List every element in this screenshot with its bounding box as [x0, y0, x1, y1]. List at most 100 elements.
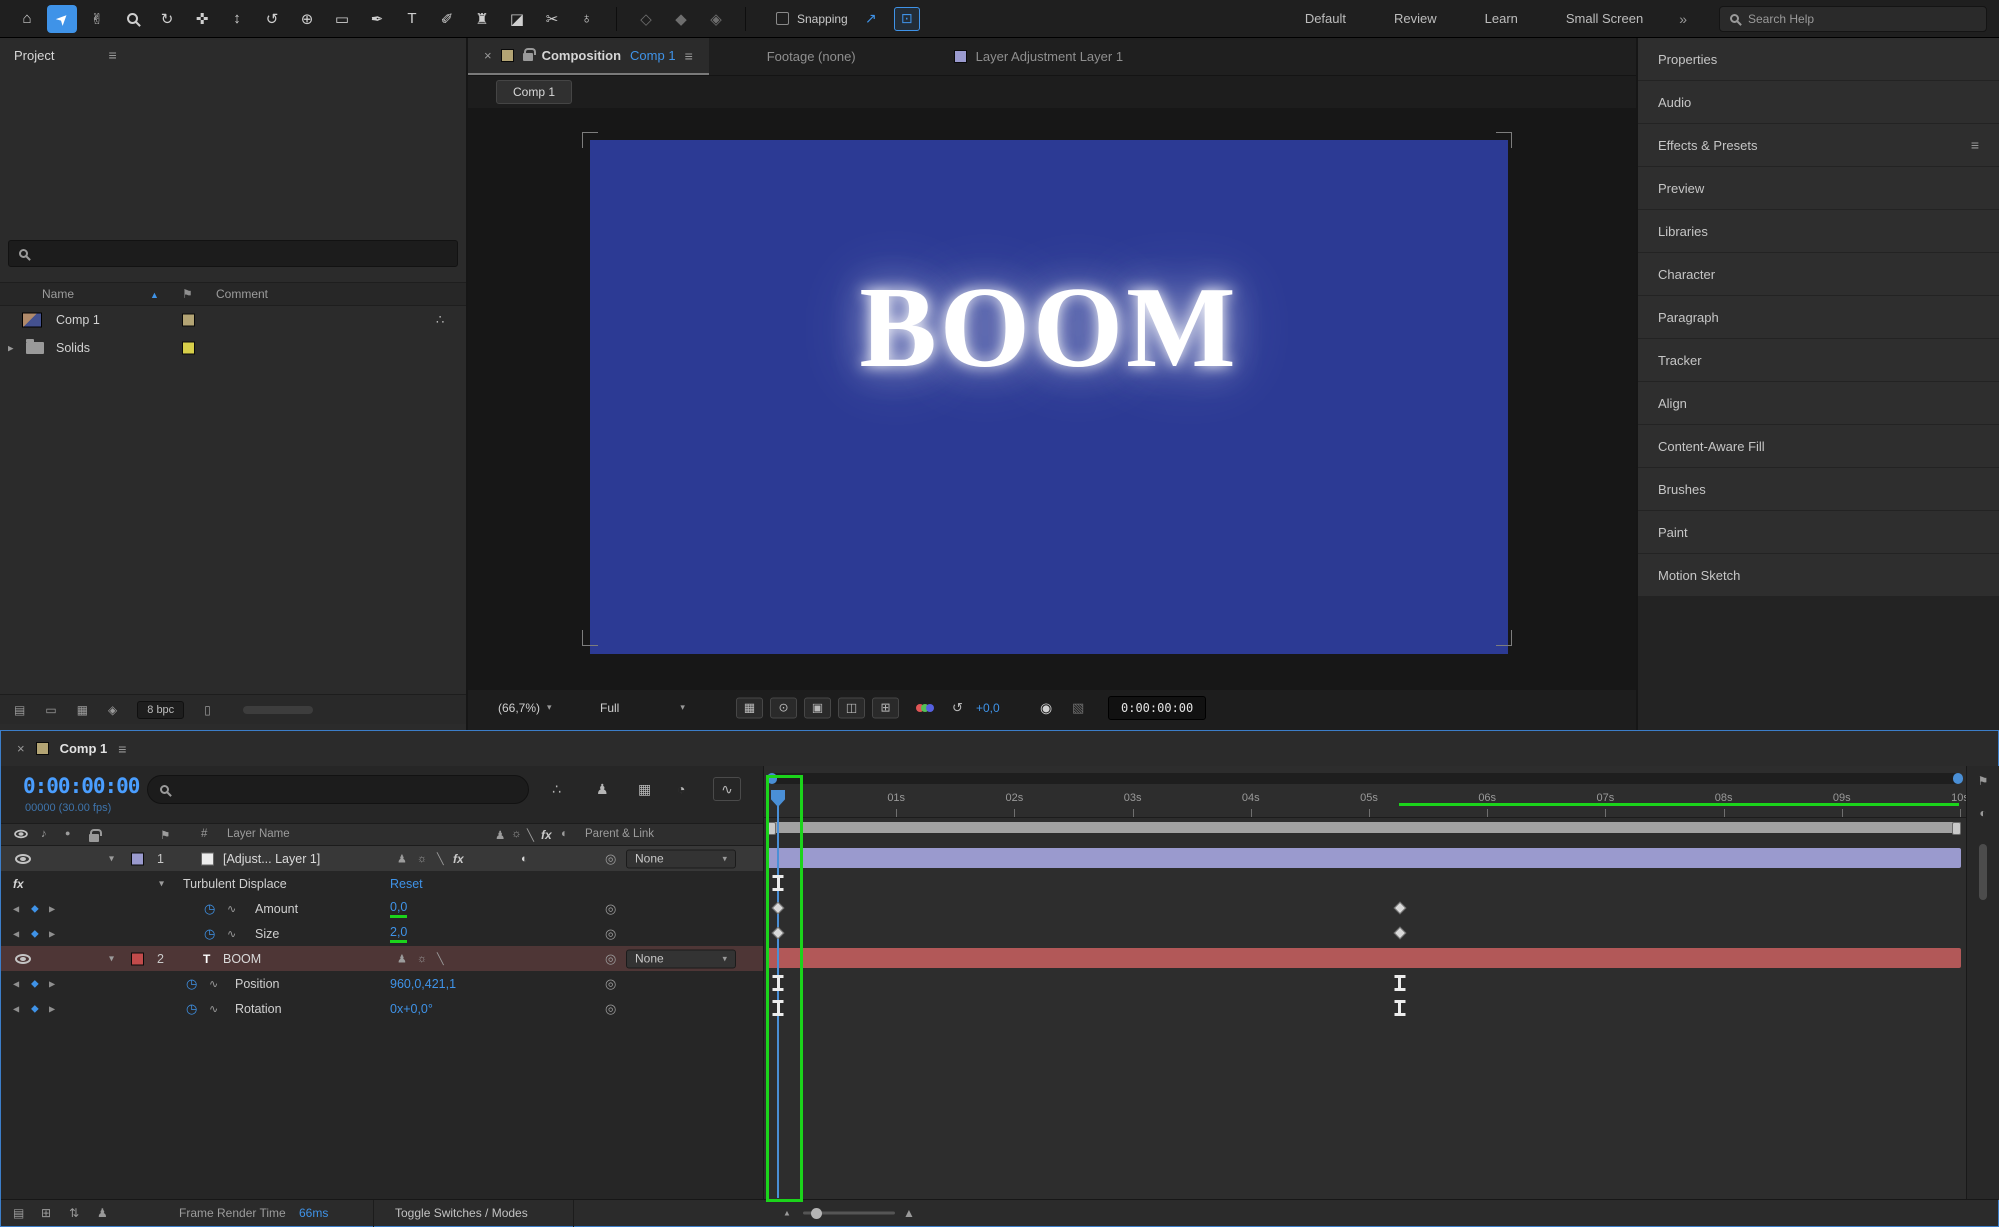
keyframe-position[interactable]	[772, 975, 784, 991]
sort-ascending-icon[interactable]: ▲	[150, 290, 159, 300]
panel-libraries[interactable]: Libraries	[1638, 210, 1999, 252]
graph-icon[interactable]: ∿	[227, 927, 236, 940]
new-folder-icon[interactable]: ▭	[45, 703, 56, 717]
tab-layer[interactable]: Layer Adjustment Layer 1	[938, 38, 1139, 75]
next-keyframe-button[interactable]: ▶	[49, 1004, 55, 1013]
stopwatch-icon[interactable]: ◷	[204, 901, 215, 917]
current-timecode[interactable]: 0:00:00:00	[23, 774, 140, 798]
property-row-rotation[interactable]: ◀ ◆ ▶ ◷ ∿ Rotation 0x+0,0° ◎	[1, 996, 763, 1021]
workspace-review[interactable]: Review	[1394, 11, 1437, 26]
timeline-zoom-slider[interactable]	[803, 1207, 895, 1219]
mask-visibility-icon[interactable]: ⊙	[770, 697, 797, 718]
stopwatch-icon[interactable]: ◷	[186, 1001, 197, 1017]
marker-bin-icon[interactable]: ⚑	[1978, 774, 1989, 788]
parent-dropdown[interactable]: None ▾	[626, 949, 736, 968]
column-name[interactable]: Name	[42, 287, 74, 301]
bit-depth-button[interactable]: 8 bpc	[137, 700, 185, 719]
viewer-timecode[interactable]: 0:00:00:00	[1108, 695, 1207, 720]
shape-tool[interactable]: ▭	[327, 5, 357, 33]
dolly-camera-tool[interactable]: ↕	[222, 5, 252, 33]
rotation-tool[interactable]: ↺	[257, 5, 287, 33]
prev-keyframe-button[interactable]: ◀	[13, 904, 19, 913]
fx-badge-icon[interactable]: fx	[13, 877, 24, 891]
project-item-comp1[interactable]: Comp 1 ∴	[0, 306, 466, 334]
adjustment-switch-icon[interactable]: ◐	[561, 828, 568, 840]
close-tab-icon[interactable]: ×	[17, 741, 25, 756]
label-column-icon[interactable]: ⚑	[182, 287, 193, 301]
keyframe-amount[interactable]	[771, 901, 785, 915]
add-keyframe-button[interactable]: ◆	[31, 903, 39, 914]
prev-keyframe-button[interactable]: ◀	[13, 1004, 19, 1013]
panel-properties[interactable]: Properties	[1638, 38, 1999, 80]
tab-footage[interactable]: Footage (none)	[751, 38, 872, 75]
collapse-switch-icon[interactable]: ☼	[417, 853, 427, 865]
label-color-swatch[interactable]	[131, 852, 144, 865]
axis-world-tool[interactable]: ◆	[666, 5, 696, 33]
comp-mini-flowchart-icon[interactable]: ∴	[552, 781, 561, 798]
panel-menu-icon[interactable]: ≡	[118, 741, 126, 757]
layer-row-boom[interactable]: ▾ 2 T BOOM ♟ ☼ ╲ ◎ None ▾	[1, 946, 763, 971]
hide-shy-layers-icon[interactable]: ♟	[596, 781, 609, 798]
property-name[interactable]: Rotation	[235, 1002, 282, 1016]
prev-keyframe-button[interactable]: ◀	[13, 929, 19, 938]
comp-nav-tab[interactable]: Comp 1	[496, 80, 573, 104]
effect-row-turbulent-displace[interactable]: fx ▾ Turbulent Displace Reset	[1, 871, 763, 896]
lock-icon[interactable]	[522, 48, 536, 61]
expand-parent-pane-icon[interactable]: ♟	[97, 1206, 108, 1220]
visibility-eye-icon[interactable]	[15, 853, 31, 864]
property-pickwhip-icon[interactable]: ◎	[605, 901, 616, 917]
pen-tool[interactable]: ✒	[362, 5, 392, 33]
snapping-checkbox[interactable]	[776, 12, 789, 25]
panel-preview[interactable]: Preview	[1638, 167, 1999, 209]
type-tool[interactable]: T	[397, 5, 427, 33]
motion-blur-icon[interactable]: ◔	[677, 781, 685, 797]
project-search[interactable]	[8, 240, 458, 267]
new-composition-icon[interactable]: ▦	[77, 703, 88, 717]
panel-menu-icon[interactable]: ≡	[108, 47, 116, 63]
horizontal-scrollbar-thumb[interactable]	[242, 705, 313, 714]
adjustment-switch-icon[interactable]: ◐	[521, 853, 528, 865]
vertical-scrollbar-thumb[interactable]	[1979, 844, 1987, 900]
brush-tool[interactable]: ✐	[432, 5, 462, 33]
clone-stamp-tool[interactable]: ♜	[467, 5, 497, 33]
add-keyframe-button[interactable]: ◆	[31, 928, 39, 939]
panel-menu-icon[interactable]: ≡	[685, 48, 693, 64]
parent-dropdown[interactable]: None ▾	[626, 849, 736, 868]
visibility-eye-icon[interactable]	[15, 953, 31, 964]
rotation-value[interactable]: 0x+0,0°	[390, 1002, 433, 1016]
timeline-options-icon[interactable]: ◐	[1979, 806, 1986, 820]
show-snapshot-icon[interactable]: ▧	[1072, 700, 1084, 716]
composition-canvas[interactable]: BOOM	[468, 108, 1636, 690]
keyframe-rotation[interactable]	[772, 1000, 784, 1016]
stopwatch-icon[interactable]: ◷	[204, 926, 215, 942]
grid-guides-icon[interactable]: ▦	[736, 697, 763, 718]
position-value[interactable]: 960,0,421,1	[390, 977, 456, 991]
axis-local-tool[interactable]: ◇	[631, 5, 661, 33]
frame-blending-icon[interactable]: ▦	[638, 781, 651, 798]
stopwatch-icon[interactable]: ◷	[186, 976, 197, 992]
region-of-interest-icon[interactable]: ▣	[804, 697, 831, 718]
parent-link-column-label[interactable]: Parent & Link	[585, 828, 654, 840]
zoom-out-mountain-icon[interactable]: ▲	[783, 1209, 791, 1218]
collapse-caret-icon[interactable]: ▾	[109, 953, 114, 964]
quality-switch-icon[interactable]: ╲	[527, 828, 534, 842]
graph-icon[interactable]: ∿	[209, 1002, 218, 1015]
panel-content-aware-fill[interactable]: Content-Aware Fill	[1638, 425, 1999, 467]
collapse-switch-icon[interactable]: ☼	[511, 828, 522, 840]
keyframe-size[interactable]	[1393, 926, 1407, 940]
zoom-level-dropdown[interactable]: (66,7%) ▾	[498, 701, 552, 715]
fx-switch-icon[interactable]: fx	[541, 828, 552, 842]
workspace-learn[interactable]: Learn	[1485, 11, 1518, 26]
zoom-tool[interactable]	[117, 5, 147, 33]
puppet-pin-tool[interactable]: ♀	[572, 5, 602, 33]
layer-name-column-label[interactable]: Layer Name	[227, 828, 290, 840]
timeline-tab-comp1[interactable]: Comp 1	[60, 741, 108, 756]
workspace-overflow-button[interactable]: »	[1679, 11, 1689, 27]
shy-switch-icon[interactable]: ♟	[397, 952, 407, 965]
snapping-toggle[interactable]: Snapping	[776, 12, 848, 26]
expand-in-out-pane-icon[interactable]: ▤	[13, 1206, 24, 1220]
work-area-bar[interactable]	[767, 822, 1961, 835]
boom-layer-bar[interactable]	[767, 948, 1961, 968]
expand-caret-icon[interactable]: ▸	[8, 342, 14, 355]
panel-effects-presets[interactable]: Effects & Presets ≡	[1638, 124, 1999, 166]
